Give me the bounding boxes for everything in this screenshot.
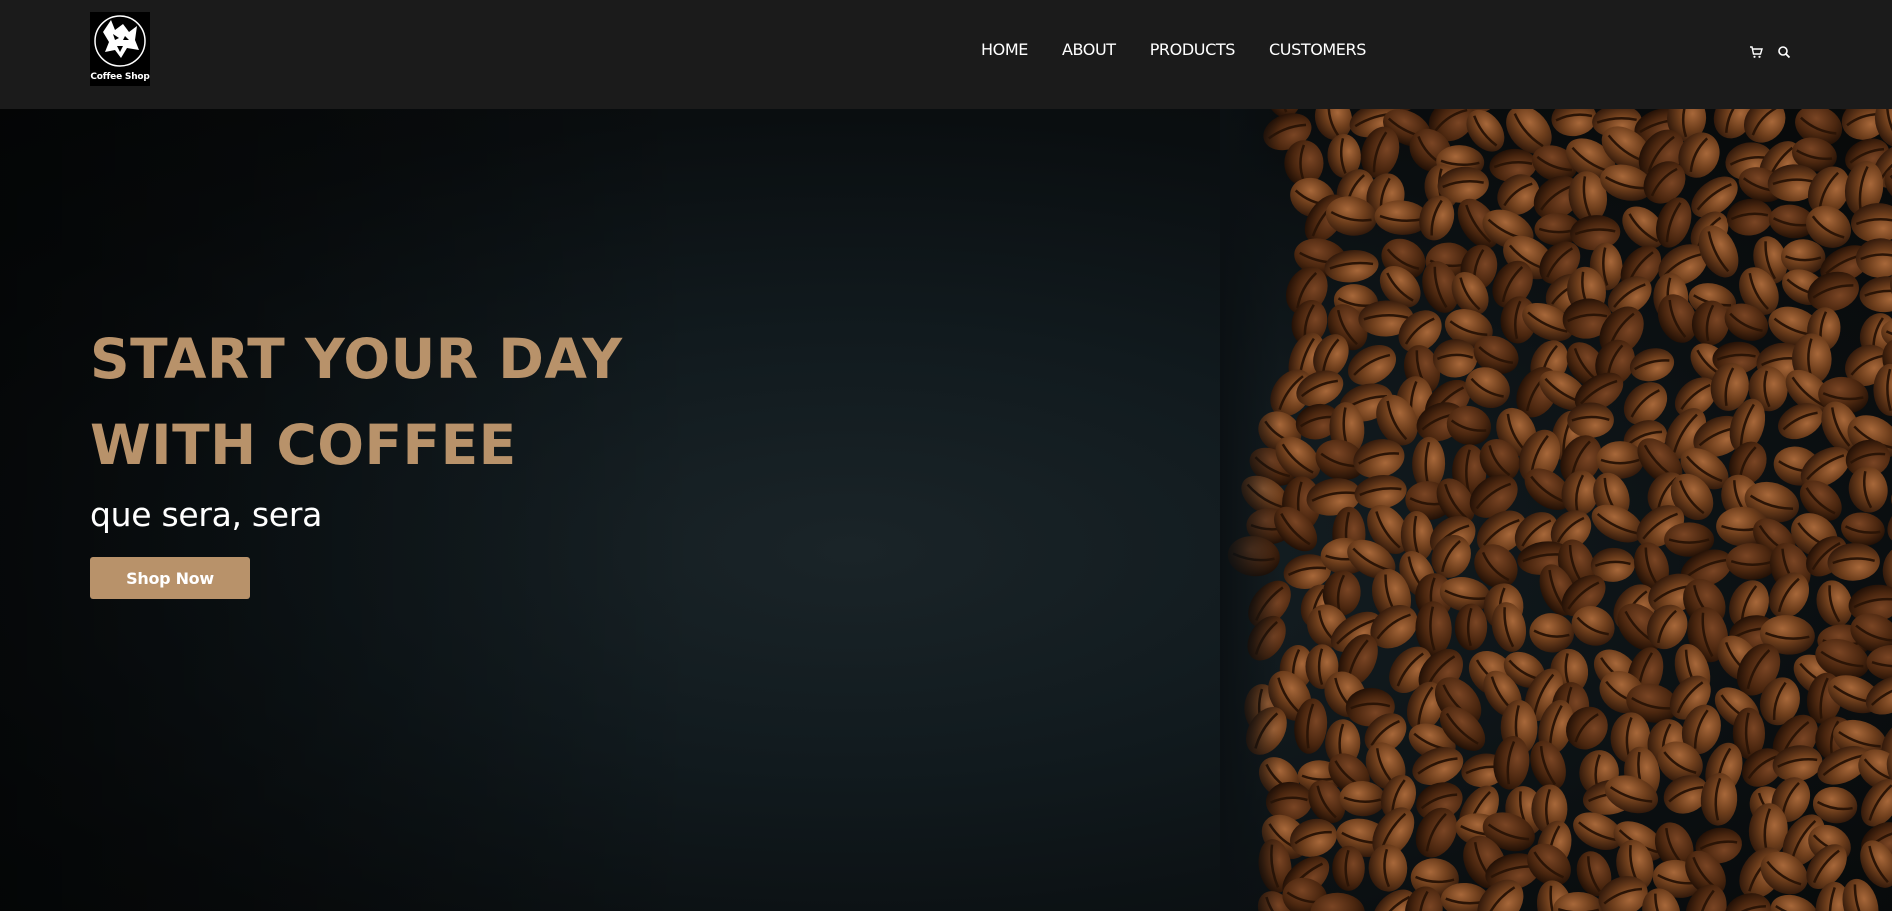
- nav-item-home[interactable]: HOME: [981, 40, 1028, 59]
- site-header: Coffee Shop HOME ABOUT PRODUCTS CUSTOMER…: [0, 0, 1892, 109]
- logo[interactable]: Coffee Shop: [90, 12, 150, 86]
- hero-headline-line1: START YOUR DAY: [90, 327, 623, 391]
- bean-edge-fade: [1220, 109, 1280, 911]
- coffee-bean: [1726, 198, 1773, 236]
- coffee-bean: [1841, 512, 1885, 546]
- brand-name: Coffee Shop: [90, 72, 150, 82]
- cart-icon[interactable]: [1749, 44, 1763, 58]
- nav-item-products[interactable]: PRODUCTS: [1150, 40, 1236, 59]
- wolf-head-icon: [94, 15, 146, 67]
- coffee-bean: [1859, 276, 1892, 313]
- hero-headline-line2: WITH COFFEE: [90, 413, 517, 477]
- coffee-bean: [1596, 441, 1644, 479]
- shop-now-button[interactable]: Shop Now: [90, 557, 250, 599]
- coffee-bean: [1629, 348, 1675, 382]
- hero-tagline: que sera, sera: [90, 495, 323, 534]
- hero-section: START YOUR DAY WITH COFFEE que sera, ser…: [0, 109, 1892, 911]
- main-nav: HOME ABOUT PRODUCTS CUSTOMERS: [981, 40, 1400, 59]
- coffee-bean: [1332, 845, 1365, 891]
- header-icons: [1749, 44, 1791, 59]
- coffee-bean: [1529, 613, 1574, 653]
- nav-item-customers[interactable]: CUSTOMERS: [1269, 40, 1366, 59]
- nav-item-about[interactable]: ABOUT: [1062, 40, 1116, 59]
- coffee-bean: [1551, 109, 1597, 137]
- search-icon[interactable]: [1777, 44, 1791, 59]
